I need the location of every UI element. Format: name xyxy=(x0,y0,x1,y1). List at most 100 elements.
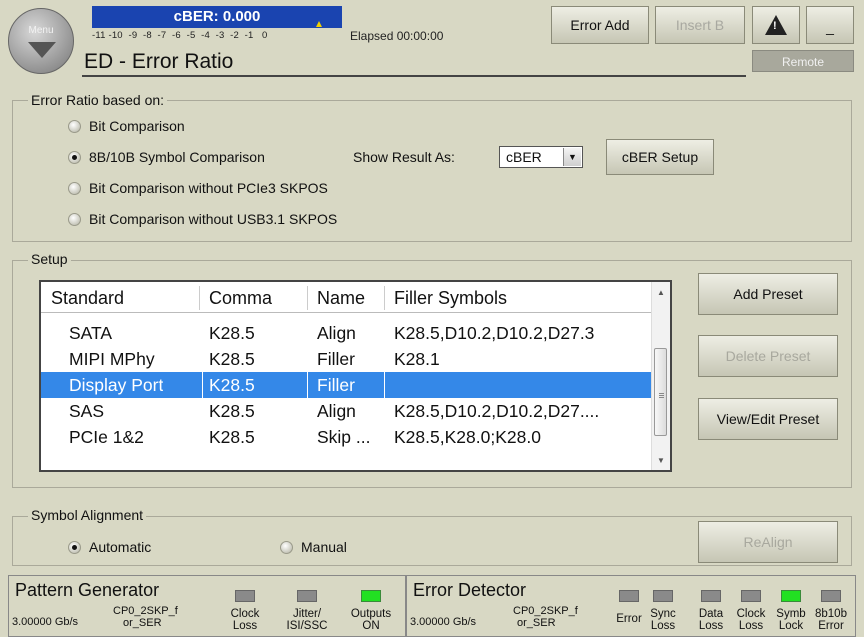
cber-setup-label: cBER Setup xyxy=(621,149,699,165)
outputs-on-label: Outputs ON xyxy=(350,608,392,632)
cell-standard: SAS xyxy=(69,401,105,421)
radio-label: Bit Comparison without PCIe3 SKPOS xyxy=(89,180,328,196)
minimize-button[interactable]: _ xyxy=(806,6,854,44)
cell-name: Align xyxy=(317,401,356,421)
pg-rate: 3.00000 Gb/s xyxy=(12,616,79,628)
table-scrollbar[interactable]: ▲ ▼ xyxy=(651,282,670,470)
show-result-select[interactable]: cBER ▼ xyxy=(499,146,583,168)
cell-comma: K28.5 xyxy=(209,349,255,369)
error-led xyxy=(619,590,639,602)
8b10b-error-led xyxy=(821,590,841,602)
ber-level-marker xyxy=(316,21,322,27)
radio-dot xyxy=(68,119,81,133)
page-title: ED - Error Ratio xyxy=(84,50,234,73)
jitter-led xyxy=(297,590,317,602)
col-filler-symbols: Filler Symbols xyxy=(394,288,508,308)
cell-standard: Display Port xyxy=(69,375,164,395)
cell-comma: K28.5 xyxy=(209,323,255,343)
chevron-down-icon: ▼ xyxy=(563,148,581,166)
8b10b-error-label: 8b10b Error xyxy=(815,608,847,632)
elapsed-time: Elapsed 00:00:00 xyxy=(350,29,444,43)
cber-readout: cBER: 0.000 xyxy=(92,6,342,28)
cell-name: Skip ... xyxy=(317,427,371,447)
radio-manual[interactable]: Manual xyxy=(280,539,347,555)
cell-name: Filler xyxy=(317,375,355,395)
cell-standard: PCIe 1&2 xyxy=(69,427,144,447)
table-row[interactable]: SATA K28.5 Align K28.5,D10.2,D10.2,D27.3 xyxy=(41,320,653,346)
warning-button[interactable] xyxy=(752,6,800,44)
ber-scale: -11 -10 -9 -8 -7 -6 -5 -4 -3 -2 -1 0 xyxy=(92,30,268,41)
title-divider xyxy=(82,75,746,77)
pg-title: Pattern Generator xyxy=(15,580,160,600)
radio-bit-comparison-no-pcie3[interactable]: Bit Comparison without PCIe3 SKPOS xyxy=(68,180,328,196)
radio-dot xyxy=(68,212,81,226)
insert-b-button[interactable]: Insert B xyxy=(655,6,745,44)
cell-comma: K28.5 xyxy=(209,401,255,421)
delete-preset-button[interactable]: Delete Preset xyxy=(698,335,838,377)
chevron-down-icon xyxy=(28,42,56,58)
radio-label: 8B/10B Symbol Comparison xyxy=(89,149,265,165)
insert-b-label: Insert B xyxy=(675,17,725,33)
radio-bit-comparison[interactable]: Bit Comparison xyxy=(68,118,185,134)
cell-divider xyxy=(307,372,308,398)
ed-rate: 3.00000 Gb/s xyxy=(410,616,477,628)
realign-button[interactable]: ReAlign xyxy=(698,521,838,563)
minimize-label: _ xyxy=(826,19,834,35)
warning-icon xyxy=(765,15,787,35)
data-loss-led xyxy=(701,590,721,602)
col-standard: Standard xyxy=(51,288,125,308)
ed-pattern-line2: or_SER xyxy=(517,617,556,629)
col-divider xyxy=(384,286,385,310)
col-divider xyxy=(307,286,308,310)
error-add-button[interactable]: Error Add xyxy=(551,6,649,44)
cber-setup-button[interactable]: cBER Setup xyxy=(606,139,714,175)
table-row[interactable]: PCIe 1&2 K28.5 Skip ... K28.5,K28.0;K28.… xyxy=(41,424,653,450)
radio-dot-selected xyxy=(68,540,81,554)
radio-dot-selected xyxy=(68,150,81,164)
ed-pattern-line1: CP0_2SKP_f xyxy=(513,605,578,617)
cell-name: Filler xyxy=(317,349,355,369)
scroll-up-icon[interactable]: ▲ xyxy=(652,284,670,300)
symbol-alignment-legend: Symbol Alignment xyxy=(28,507,147,523)
setup-legend: Setup xyxy=(28,251,71,267)
clock-loss-led xyxy=(235,590,255,602)
error-detector-status[interactable]: Error Detector 3.00000 Gb/s CP0_2SKP_f o… xyxy=(406,575,856,637)
delete-preset-label: Delete Preset xyxy=(725,348,811,364)
add-preset-label: Add Preset xyxy=(733,286,803,302)
radio-dot xyxy=(68,181,81,195)
scroll-down-icon[interactable]: ▼ xyxy=(652,452,670,468)
outputs-on-led xyxy=(361,590,381,602)
jitter-label: Jitter/ISI/SSC xyxy=(286,608,328,632)
clock-loss-label: Clock Loss xyxy=(230,608,260,632)
menu-button[interactable]: Menu xyxy=(8,8,74,74)
remote-indicator: Remote xyxy=(752,50,854,72)
pattern-generator-status[interactable]: Pattern Generator 3.00000 Gb/s CP0_2SKP_… xyxy=(8,575,406,637)
radio-bit-comparison-no-usb31[interactable]: Bit Comparison without USB3.1 SKPOS xyxy=(68,211,337,227)
radio-label: Automatic xyxy=(89,539,152,555)
grip-icon xyxy=(659,393,664,394)
error-ratio-legend: Error Ratio based on: xyxy=(28,92,168,108)
table-row[interactable]: MIPI MPhy K28.5 Filler K28.1 xyxy=(41,346,653,372)
col-name: Name xyxy=(317,288,366,308)
radio-label: Bit Comparison xyxy=(89,118,185,134)
show-result-label: Show Result As: xyxy=(353,149,455,165)
radio-symbol-comparison[interactable]: 8B/10B Symbol Comparison xyxy=(68,149,265,165)
table-row[interactable]: SAS K28.5 Align K28.5,D10.2,D10.2,D27...… xyxy=(41,398,653,424)
scroll-thumb[interactable] xyxy=(654,348,667,436)
col-comma: Comma xyxy=(209,288,273,308)
clock-loss-led xyxy=(741,590,761,602)
view-edit-preset-label: View/Edit Preset xyxy=(716,411,820,427)
presets-table[interactable]: Standard Comma Name Filler Symbols SATA … xyxy=(39,280,672,472)
realign-label: ReAlign xyxy=(743,534,793,550)
symbol-lock-led xyxy=(781,590,801,602)
table-row-selected[interactable]: Display Port K28.5 Filler xyxy=(41,372,653,398)
table-header: Standard Comma Name Filler Symbols xyxy=(41,282,653,313)
cell-filler: K28.1 xyxy=(394,349,440,369)
view-edit-preset-button[interactable]: View/Edit Preset xyxy=(698,398,838,440)
add-preset-button[interactable]: Add Preset xyxy=(698,273,838,315)
pg-pattern-line2: or_SER xyxy=(123,617,162,629)
cell-filler: K28.5,K28.0;K28.0 xyxy=(394,427,541,447)
radio-automatic[interactable]: Automatic xyxy=(68,539,151,555)
pg-pattern-line1: CP0_2SKP_f xyxy=(113,605,178,617)
sync-loss-label: Sync Loss xyxy=(650,608,676,632)
